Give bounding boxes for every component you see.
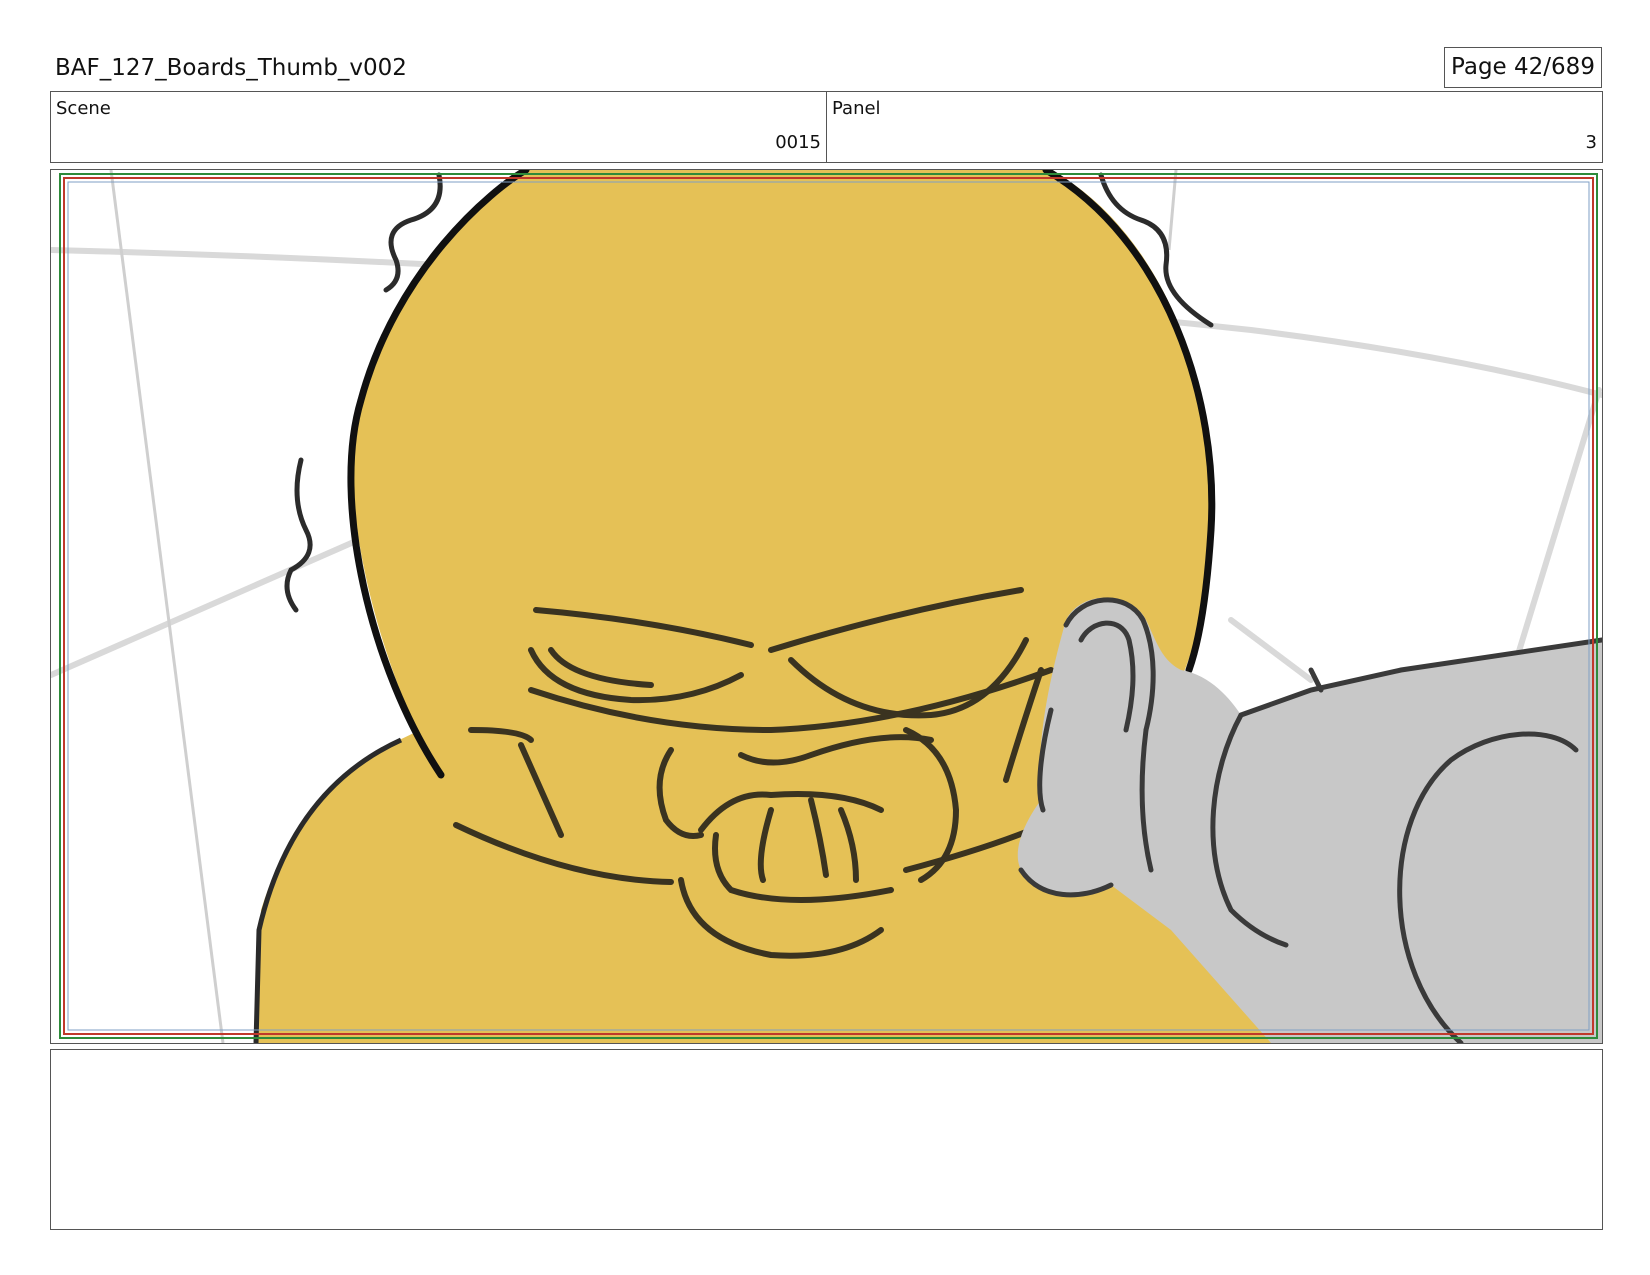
scene-panel-info: Scene 0015 Panel 3	[50, 91, 1603, 163]
page-label: Page	[1451, 54, 1507, 80]
scene-label: Scene	[56, 98, 111, 119]
scene-cell: Scene 0015	[51, 92, 827, 162]
document-title: BAF_127_Boards_Thumb_v002	[55, 55, 407, 81]
storyboard-frame	[50, 169, 1603, 1044]
storyboard-drawing	[51, 170, 1602, 1043]
panel-cell: Panel 3	[827, 92, 1602, 162]
scene-number: 0015	[775, 132, 821, 153]
panel-label: Panel	[832, 98, 881, 119]
notes-area	[50, 1049, 1603, 1230]
panel-number: 3	[1585, 132, 1597, 153]
page-number: 42/689	[1514, 54, 1595, 80]
page-indicator: Page 42/689	[1444, 47, 1602, 88]
